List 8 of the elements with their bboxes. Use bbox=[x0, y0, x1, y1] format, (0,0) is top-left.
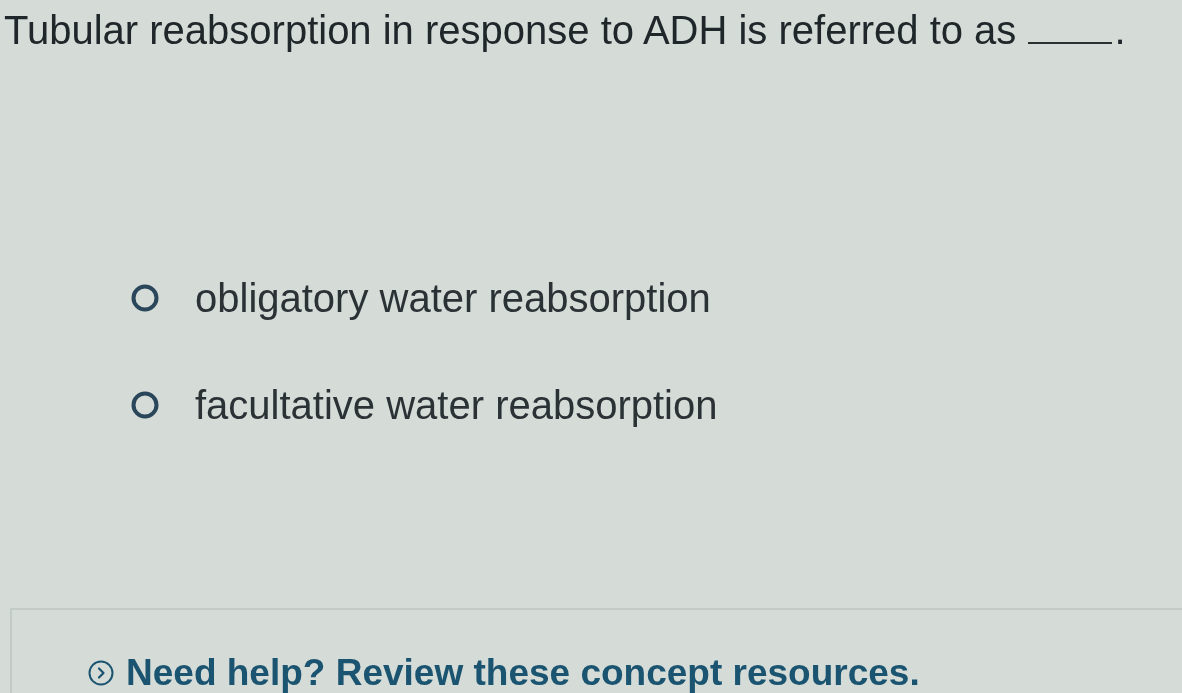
radio-button[interactable] bbox=[131, 284, 159, 312]
answer-option[interactable]: facultative water reabsorption bbox=[131, 381, 718, 429]
radio-button[interactable] bbox=[131, 391, 159, 419]
fill-in-line[interactable] bbox=[1028, 40, 1113, 44]
question-text: . bbox=[1114, 7, 1126, 54]
answer-option[interactable]: obligatory water reabsorption bbox=[131, 274, 711, 322]
question-text: Tubular reabsorption in response to ADH is referred to as bbox=[4, 7, 1017, 54]
help-link[interactable]: Need help? Review these concept resources. bbox=[88, 652, 920, 693]
